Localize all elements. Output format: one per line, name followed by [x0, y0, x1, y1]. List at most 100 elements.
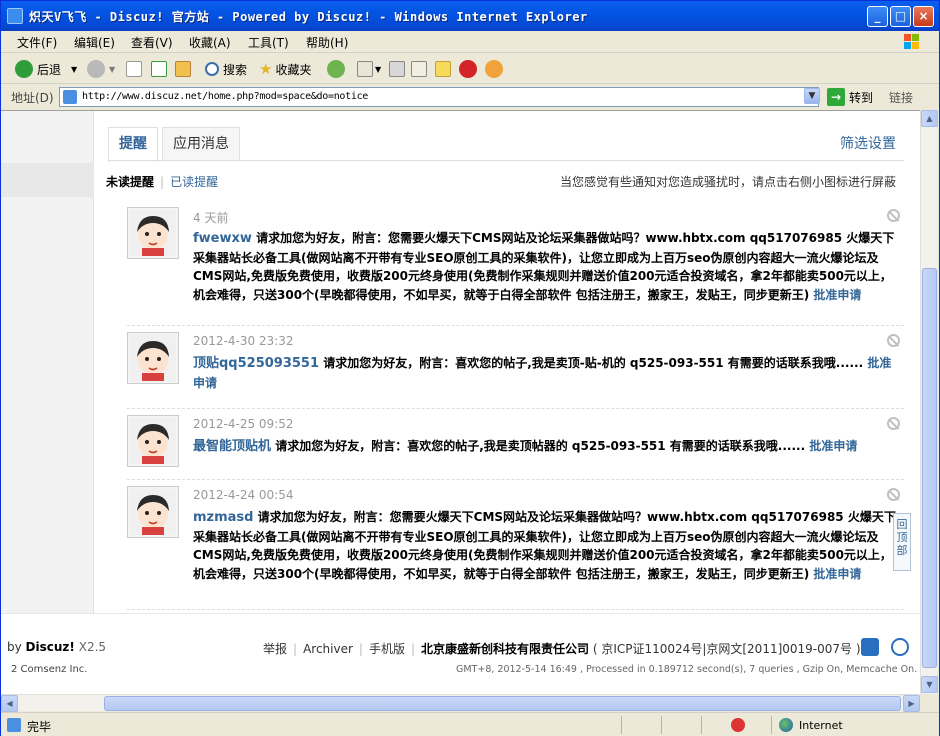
- edit-icon: [411, 61, 427, 77]
- home-button[interactable]: [175, 59, 191, 79]
- notice-body: 最智能顶贴机 请求加您为好友，附言：喜欢您的帖子,我是卖顶帖器的 q525-09…: [193, 437, 901, 457]
- footer-gmt: GMT+8, 2012-5-14 16:49 , Processed in 0.…: [456, 664, 918, 675]
- vertical-scroll-thumb[interactable]: [922, 268, 937, 668]
- horizontal-scrollbar[interactable]: ◀ ▶: [1, 694, 920, 712]
- status-divider: [661, 716, 662, 734]
- search-button[interactable]: 搜索: [205, 59, 247, 79]
- address-dropdown-icon[interactable]: ▼: [804, 88, 820, 104]
- notice-user-link[interactable]: fwewxw: [193, 231, 252, 246]
- ignore-icon[interactable]: [887, 488, 900, 501]
- left-sidebar: [1, 111, 94, 613]
- notice-time: 2012-4-24 00:54: [193, 488, 294, 502]
- scroll-down-button[interactable]: ▼: [921, 676, 938, 693]
- notice-body: fwewxw 请求加您为好友，附言：您需要火爆天下CMS网站及论坛采集器做站吗？…: [193, 229, 901, 304]
- certification-badge-icon[interactable]: [891, 638, 909, 656]
- footer-company-link[interactable]: 北京康盛新创科技有限责任公司: [421, 642, 589, 656]
- powered-prefix: by: [7, 640, 22, 654]
- notice-user-link[interactable]: mzmasd: [193, 510, 253, 525]
- ignore-icon[interactable]: [887, 209, 900, 222]
- menu-tools[interactable]: 工具(T): [248, 34, 289, 51]
- scroll-right-button[interactable]: ▶: [903, 695, 920, 712]
- research-button[interactable]: [459, 59, 481, 79]
- status-divider: [771, 716, 772, 734]
- favorites-label: 收藏夹: [275, 62, 312, 77]
- close-button[interactable]: ×: [913, 6, 934, 27]
- history-button[interactable]: [327, 59, 349, 79]
- address-url[interactable]: http://www.discuz.net/home.php?mod=space…: [82, 91, 368, 102]
- notice-body: 顶贴qq525093551 请求加您为好友，附言：喜欢您的帖子,我是卖顶-贴-机…: [193, 354, 901, 392]
- mail-icon: [357, 61, 373, 77]
- edit-button[interactable]: [411, 59, 427, 79]
- avatar[interactable]: [127, 486, 179, 538]
- avatar[interactable]: [127, 415, 179, 467]
- mail-button[interactable]: ▼: [357, 59, 381, 79]
- page-content: 提醒 应用消息 筛选设置 未读提醒 | 已读提醒 当您感觉有些通知对您造成骚扰时，请…: [1, 110, 920, 694]
- messenger-button[interactable]: [485, 59, 507, 79]
- status-text: 完毕: [27, 720, 52, 734]
- approve-request-link[interactable]: 批准申请: [813, 288, 861, 302]
- research-icon: [459, 60, 477, 78]
- maximize-button[interactable]: □: [890, 6, 911, 27]
- avatar-face-icon: [130, 418, 176, 464]
- go-button[interactable]: → 转到: [827, 88, 873, 106]
- refresh-button[interactable]: [151, 59, 167, 79]
- notice-user-link[interactable]: 最智能顶贴机: [193, 439, 271, 454]
- stop-icon: [126, 61, 142, 77]
- subnav-separator: |: [160, 175, 165, 189]
- avatar[interactable]: [127, 207, 179, 259]
- back-label: 后退: [37, 62, 62, 77]
- tab-app-messages[interactable]: 应用消息: [162, 127, 240, 161]
- back-dropdown-icon[interactable]: ▼: [71, 65, 77, 74]
- menu-favorites[interactable]: 收藏(A): [189, 34, 231, 51]
- approve-request-link[interactable]: 批准申请: [809, 439, 857, 453]
- footer-report-link[interactable]: 举报: [263, 642, 287, 656]
- ie-window: 炽天V飞飞 - Discuz! 官方站 - Powered by Discuz!…: [0, 0, 940, 736]
- menu-edit[interactable]: 编辑(E): [74, 34, 115, 51]
- powered-by: by Discuz! X2.5: [7, 640, 106, 654]
- favorites-button[interactable]: ★ 收藏夹: [259, 59, 311, 79]
- popup-blocked-icon[interactable]: [731, 718, 745, 732]
- avatar[interactable]: [127, 332, 179, 384]
- menu-bar: 文件(F) 编辑(E) 查看(V) 收藏(A) 工具(T) 帮助(H): [1, 31, 939, 53]
- page-icon: [63, 90, 77, 104]
- address-input[interactable]: http://www.discuz.net/home.php?mod=space…: [59, 87, 819, 107]
- security-zone[interactable]: Internet: [779, 718, 843, 732]
- menu-help[interactable]: 帮助(H): [306, 34, 348, 51]
- filter-settings-link[interactable]: 筛选设置: [840, 133, 896, 153]
- subnav-read[interactable]: 已读提醒: [170, 175, 218, 189]
- sidebar-band: [1, 163, 94, 197]
- search-label: 搜索: [223, 62, 248, 77]
- ignore-icon[interactable]: [887, 417, 900, 430]
- footer-mobile-link[interactable]: 手机版: [369, 642, 405, 656]
- zone-label: Internet: [799, 718, 843, 732]
- notes-button[interactable]: [435, 59, 451, 79]
- print-button[interactable]: [389, 59, 405, 79]
- print-icon: [389, 61, 405, 77]
- approve-request-link[interactable]: 批准申请: [813, 567, 861, 581]
- discuz-brand[interactable]: Discuz!: [26, 640, 75, 654]
- footer-icp[interactable]: ( 京ICP证110024号|京网文[2011]0019-007号 ): [593, 642, 861, 656]
- ignore-icon[interactable]: [887, 334, 900, 347]
- subnav-unread[interactable]: 未读提醒: [106, 175, 154, 189]
- forward-dropdown-icon[interactable]: ▼: [109, 65, 115, 74]
- scroll-up-button[interactable]: ▲: [921, 110, 938, 127]
- notice-text: 请求加您为好友，附言：喜欢您的帖子,我是卖顶帖器的 q525-093-551 有…: [271, 439, 806, 453]
- horizontal-scroll-thumb[interactable]: [104, 696, 901, 711]
- vertical-scrollbar[interactable]: ▲ ▼: [920, 110, 938, 694]
- forward-button[interactable]: ▼: [87, 59, 115, 79]
- notice-user-link[interactable]: 顶贴qq525093551: [193, 356, 319, 371]
- search-icon: [205, 62, 219, 76]
- back-to-top-button[interactable]: 回顶部: [893, 513, 911, 571]
- footer-archiver-link[interactable]: Archiver: [303, 642, 353, 656]
- minimize-button[interactable]: _: [867, 6, 888, 27]
- tab-reminder[interactable]: 提醒: [108, 127, 158, 162]
- mail-dropdown-icon[interactable]: ▼: [375, 65, 381, 74]
- menu-view[interactable]: 查看(V): [131, 34, 173, 51]
- menu-file[interactable]: 文件(F): [17, 34, 57, 51]
- security-badge-icon[interactable]: [861, 638, 879, 656]
- back-button[interactable]: 后退 ▼: [15, 59, 77, 79]
- links-button[interactable]: 链接: [889, 89, 913, 106]
- stop-button[interactable]: [126, 59, 142, 79]
- scroll-left-button[interactable]: ◀: [1, 695, 18, 712]
- back-arrow-icon: [15, 60, 33, 78]
